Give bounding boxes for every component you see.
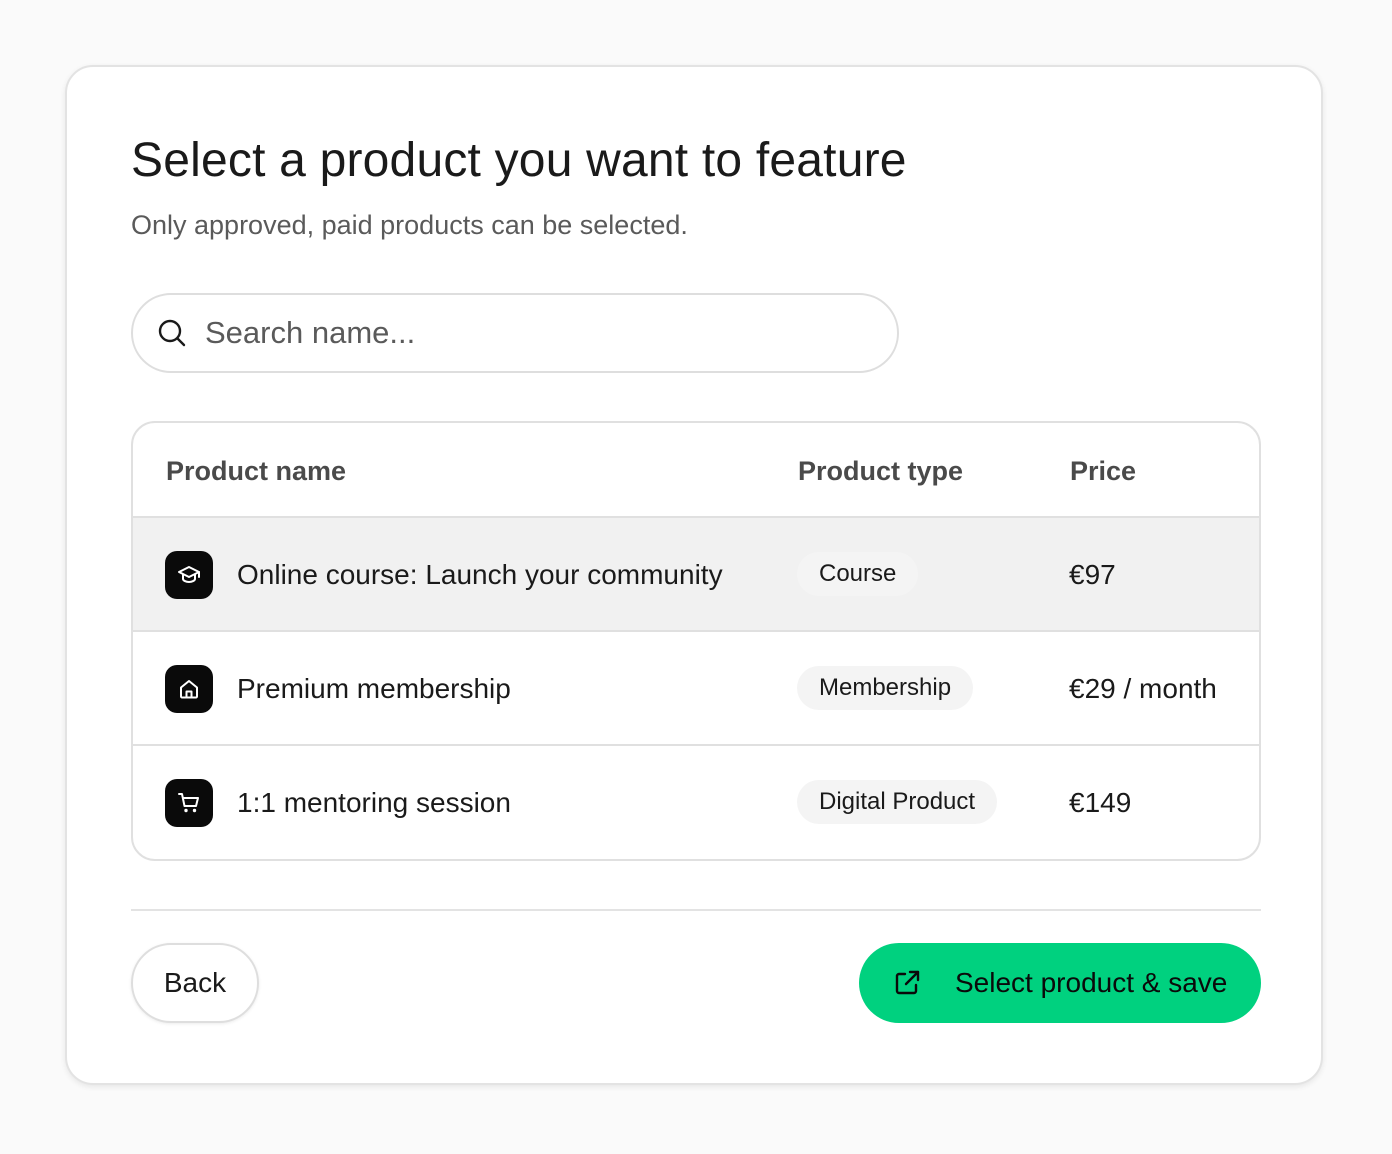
column-header-product-name[interactable]: Product name xyxy=(166,455,346,487)
product-price: €97 xyxy=(1069,559,1116,590)
product-price: €29 / month xyxy=(1069,673,1217,704)
back-button[interactable]: Back xyxy=(131,943,259,1023)
product-type-badge: Membership xyxy=(797,666,974,710)
home-icon xyxy=(165,665,213,713)
search-icon xyxy=(157,318,187,348)
table-row[interactable]: Premium membership Membership €29 / mont… xyxy=(133,632,1259,746)
product-type-badge: Course xyxy=(797,552,919,596)
table-header: Product name Product type Price xyxy=(133,423,1259,518)
footer-divider xyxy=(131,909,1261,911)
page-subtitle: Only approved, paid products can be sele… xyxy=(131,210,688,240)
external-link-icon xyxy=(891,967,923,999)
page-title: Select a product you want to feature xyxy=(131,134,907,187)
table-row[interactable]: Online course: Launch your community Cou… xyxy=(133,518,1259,632)
product-name: Premium membership xyxy=(237,673,511,704)
search-input[interactable] xyxy=(205,315,845,351)
select-product-save-label: Select product & save xyxy=(955,967,1228,998)
product-name: 1:1 mentoring session xyxy=(237,787,511,818)
graduation-cap-icon xyxy=(165,551,213,599)
table-row[interactable]: 1:1 mentoring session Digital Product €1… xyxy=(133,746,1259,859)
product-type-badge: Digital Product xyxy=(797,780,998,824)
product-name: Online course: Launch your community xyxy=(237,559,723,590)
shopping-cart-icon xyxy=(165,779,213,827)
column-header-price[interactable]: Price xyxy=(1070,455,1136,487)
product-price: €149 xyxy=(1069,787,1132,818)
search-field[interactable] xyxy=(131,293,899,373)
select-product-save-button[interactable]: Select product & save xyxy=(859,943,1261,1023)
product-table: Product name Product type Price Online c… xyxy=(131,421,1261,861)
product-select-dialog: Select a product you want to feature Onl… xyxy=(65,65,1323,1085)
column-header-product-type[interactable]: Product type xyxy=(798,455,963,487)
